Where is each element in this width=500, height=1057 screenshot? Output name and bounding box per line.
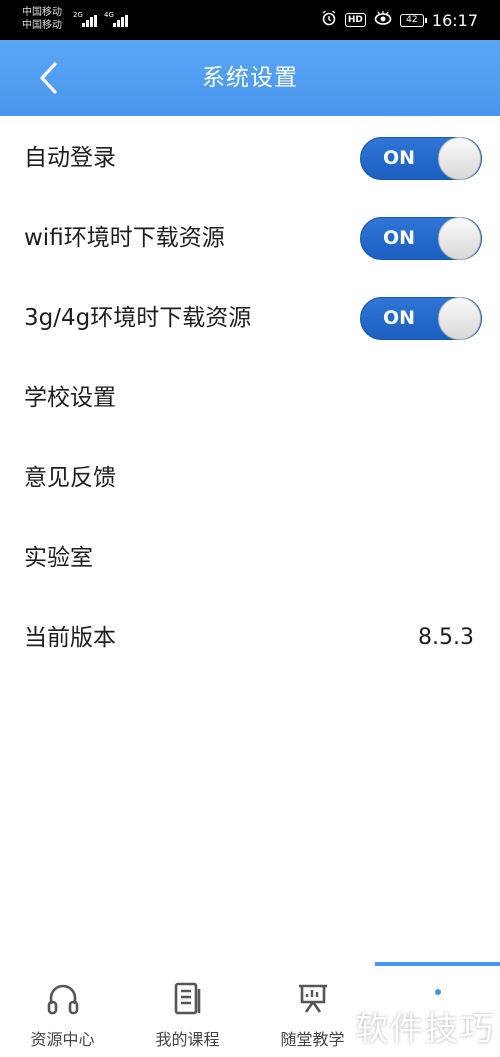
carrier-2: 中国移动 <box>22 20 62 31</box>
setting-school[interactable]: 学校设置 <box>0 358 500 438</box>
signal-1-icon: 2G <box>73 11 101 28</box>
setting-label: wifi环境时下载资源 <box>24 225 225 251</box>
signal-2-icon: 4G <box>104 11 132 28</box>
tab-resource-center[interactable]: 资源中心 <box>0 972 125 1057</box>
status-bar: 中国移动 中国移动 2G 4G HD 42 16:17 <box>0 0 500 40</box>
app-header: 系统设置 <box>0 40 500 116</box>
chevron-left-icon <box>40 62 57 94</box>
toggle-state-label: ON <box>383 227 416 249</box>
mobile-download-toggle[interactable]: ON <box>360 297 482 340</box>
toggle-state-label: ON <box>383 307 416 329</box>
carrier-1: 中国移动 <box>22 7 62 18</box>
page-title: 系统设置 <box>202 65 298 91</box>
setting-label: 自动登录 <box>24 145 116 171</box>
tab-label: 资源中心 <box>30 1030 95 1049</box>
battery-icon: 42 <box>399 13 427 27</box>
setting-label: 学校设置 <box>24 385 116 411</box>
headphones-icon <box>47 984 79 1015</box>
setting-label: 实验室 <box>24 545 93 571</box>
setting-mobile-download: 3g/4g环境时下载资源 ON <box>0 278 500 358</box>
hd-icon: HD <box>344 13 366 27</box>
document-icon <box>174 982 201 1015</box>
toggle-knob <box>438 137 481 180</box>
version-value: 8.5.3 <box>418 625 474 650</box>
clock: 16:17 <box>431 10 478 30</box>
setting-lab[interactable]: 实验室 <box>0 518 500 598</box>
tab-my-courses[interactable]: 我的课程 <box>125 972 250 1057</box>
setting-label: 当前版本 <box>24 625 116 651</box>
toggle-knob <box>438 297 481 340</box>
setting-auto-login: 自动登录 ON <box>0 118 500 198</box>
setting-version: 当前版本 8.5.3 <box>0 598 500 678</box>
tab-label: 我的课程 <box>155 1030 220 1049</box>
alarm-icon <box>321 9 337 31</box>
auto-login-toggle[interactable]: ON <box>360 137 482 180</box>
eye-icon <box>374 10 392 31</box>
wifi-download-toggle[interactable]: ON <box>360 217 482 260</box>
setting-label: 3g/4g环境时下载资源 <box>24 305 252 331</box>
status-icons: HD 42 16:17 <box>321 0 478 40</box>
back-button[interactable] <box>30 58 70 98</box>
watermark: 软件技巧 <box>355 1009 495 1048</box>
active-tab-indicator <box>375 962 500 966</box>
toggle-state-label: ON <box>383 147 416 169</box>
carrier-info: 中国移动 中国移动 <box>22 6 62 32</box>
settings-list: 自动登录 ON wifi环境时下载资源 ON 3g/4g环境时下载资源 ON 学… <box>0 118 500 678</box>
toggle-knob <box>438 217 481 260</box>
presentation-icon <box>299 984 327 1013</box>
setting-feedback[interactable]: 意见反馈 <box>0 438 500 518</box>
setting-wifi-download: wifi环境时下载资源 ON <box>0 198 500 278</box>
battery-level: 42 <box>406 14 418 25</box>
setting-label: 意见反馈 <box>24 465 116 491</box>
